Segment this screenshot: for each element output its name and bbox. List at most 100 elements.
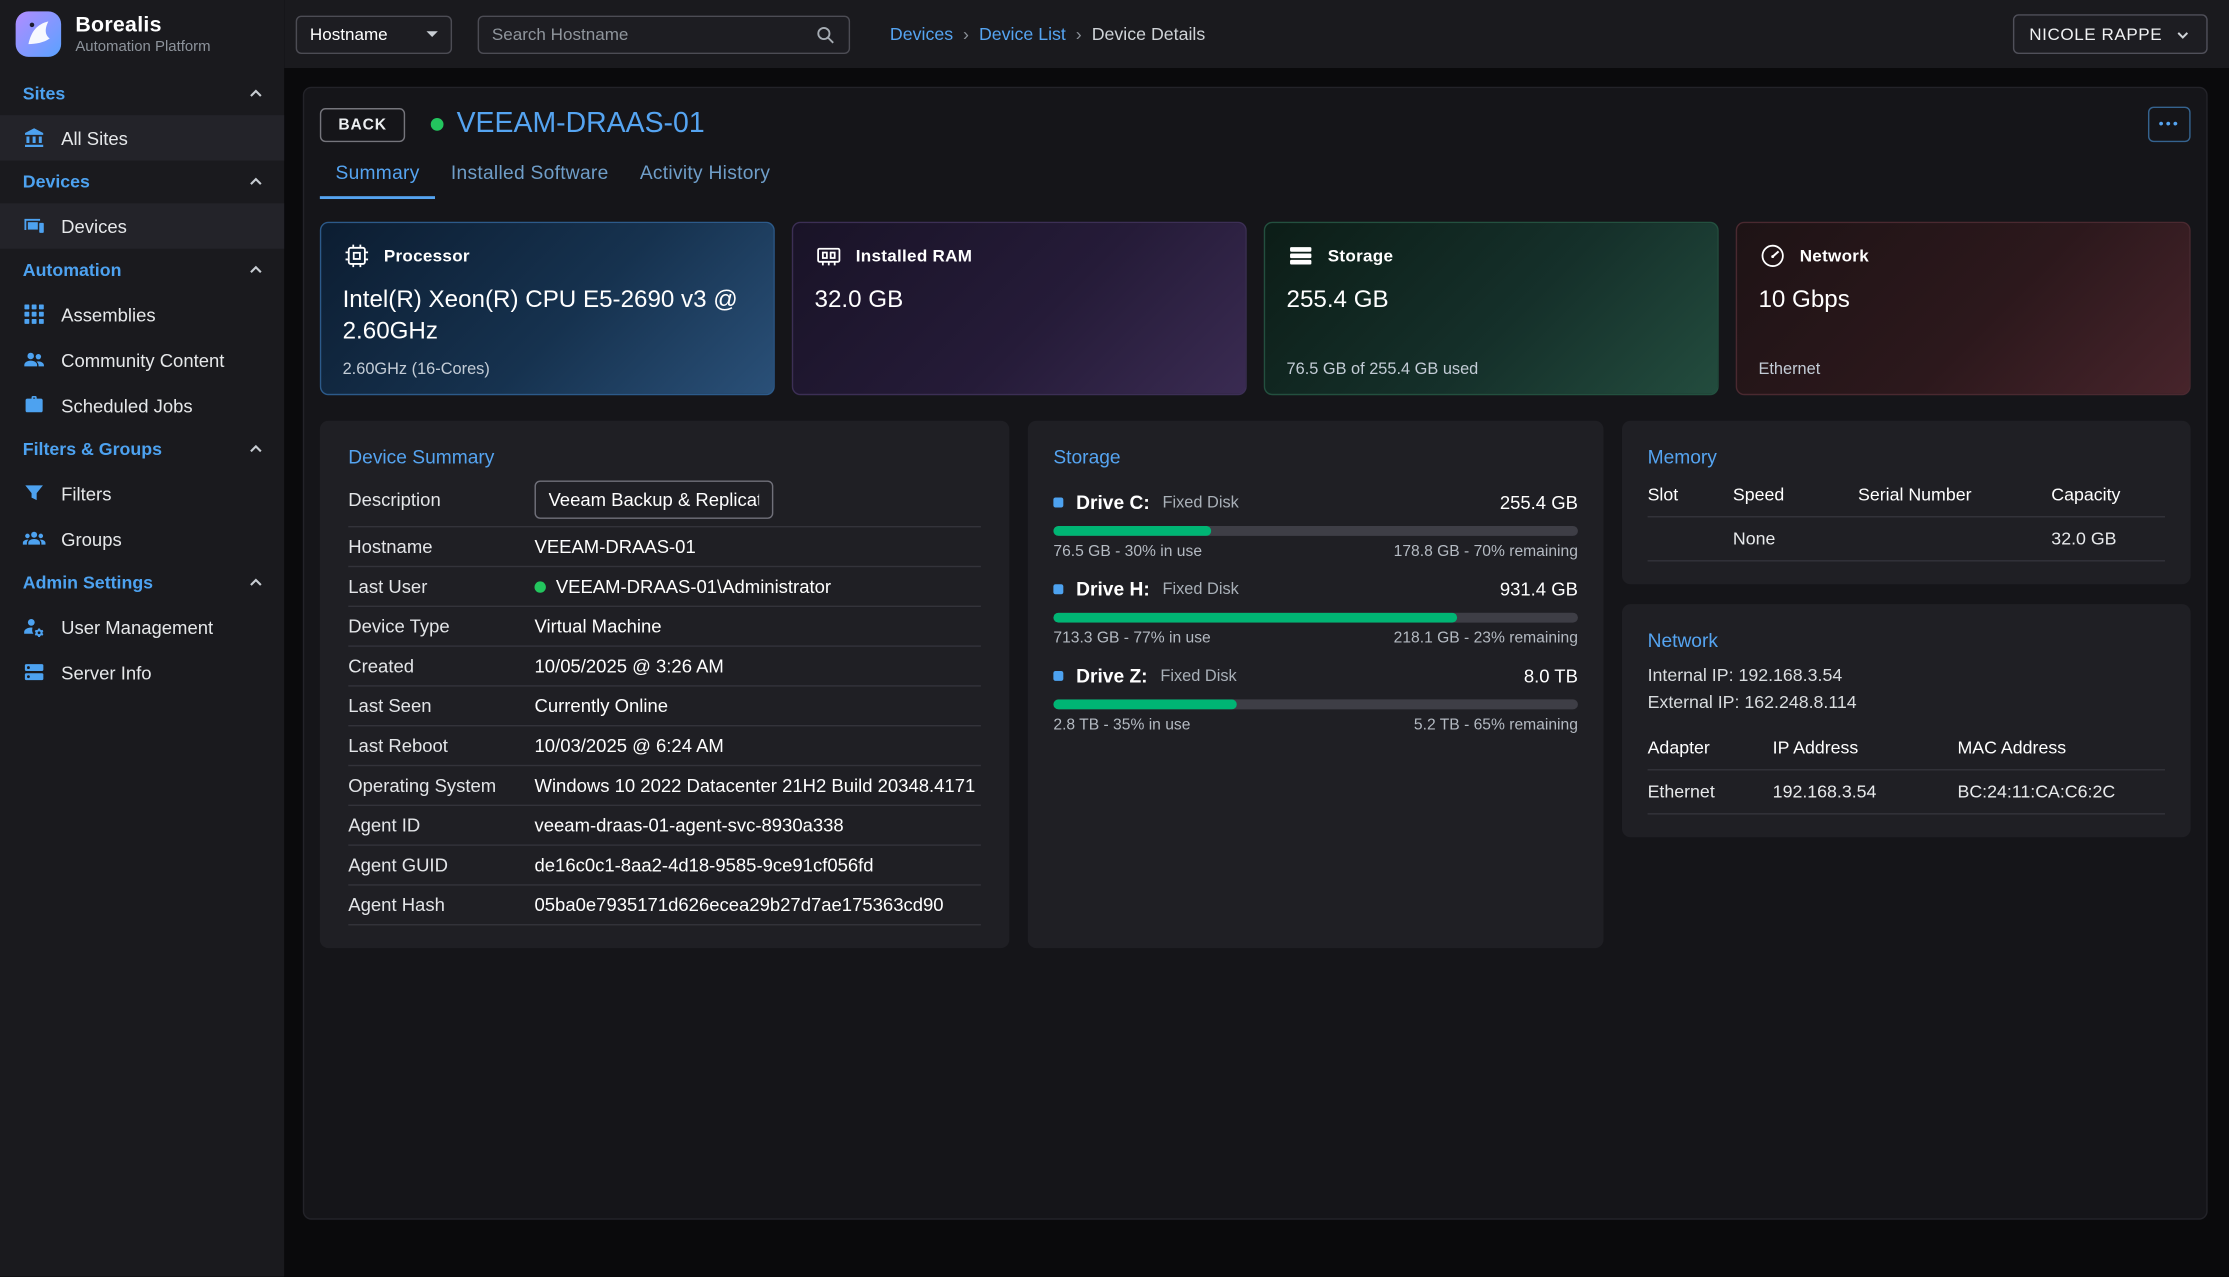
sidebar-item-label: User Management xyxy=(61,616,213,637)
column-header: MAC Address xyxy=(1957,737,2165,757)
row-value: de16c0c1-8aa2-4d18-9585-9ce91cf056fd xyxy=(535,854,874,875)
tab-summary[interactable]: Summary xyxy=(320,162,435,199)
network-value: 10 Gbps xyxy=(1758,284,2167,316)
sidebar-item-assemblies[interactable]: Assemblies xyxy=(0,291,284,336)
section-label: Sites xyxy=(23,84,65,104)
stat-title: Network xyxy=(1800,246,1869,266)
drive-usage-fill xyxy=(1053,526,1210,536)
cell-speed: None xyxy=(1733,529,1858,549)
sidebar-section-sites[interactable]: Sites xyxy=(0,72,284,115)
drive-used-text: 76.5 GB - 30% in use xyxy=(1053,543,1202,560)
sidebar-section-filters-groups[interactable]: Filters & Groups xyxy=(0,428,284,471)
storage-stack-icon xyxy=(1287,242,1315,270)
table-row: Ethernet 192.168.3.54 BC:24:11:CA:C6:2C xyxy=(1648,770,2165,814)
topbar: Hostname Devices › Device List › Device … xyxy=(284,0,2229,68)
grid-icon xyxy=(23,303,46,326)
sidebar-item-filters[interactable]: Filters xyxy=(0,471,284,516)
column-header: Speed xyxy=(1733,485,1858,505)
table-row: Created 10/05/2025 @ 3:26 AM xyxy=(348,647,981,687)
row-value: 10/03/2025 @ 6:24 AM xyxy=(535,735,724,756)
row-label: Last Reboot xyxy=(348,735,534,756)
stat-title: Installed RAM xyxy=(856,246,973,266)
table-row: Device Type Virtual Machine xyxy=(348,607,981,647)
sidebar-section-admin-settings[interactable]: Admin Settings xyxy=(0,562,284,605)
drive-used-text: 713.3 GB - 77% in use xyxy=(1053,630,1210,647)
drive-type: Fixed Disk xyxy=(1162,494,1238,511)
drive-size: 931.4 GB xyxy=(1500,579,1578,600)
hostname-filter-select[interactable]: Hostname xyxy=(296,15,452,53)
sidebar-item-label: Groups xyxy=(61,528,122,549)
gauge-icon xyxy=(1758,242,1786,270)
column-header: Capacity xyxy=(2051,485,2165,505)
right-column: Memory Slot Speed Serial Number Capacity… xyxy=(1622,421,2191,948)
breadcrumb-device-list[interactable]: Device List xyxy=(979,24,1066,44)
drive-used-text: 2.8 TB - 35% in use xyxy=(1053,716,1190,733)
breadcrumb: Devices › Device List › Device Details xyxy=(890,24,1205,44)
back-button[interactable]: BACK xyxy=(320,107,406,141)
internal-ip: Internal IP: 192.168.3.54 xyxy=(1648,662,2165,690)
sidebar-item-user-management[interactable]: User Management xyxy=(0,604,284,649)
ram-card: Installed RAM 32.0 GB xyxy=(792,222,1247,395)
drive-bullet-icon xyxy=(1053,671,1063,681)
cpu-icon xyxy=(343,242,371,270)
drive-remaining-text: 218.1 GB - 23% remaining xyxy=(1394,630,1578,647)
table-row: Last User VEEAM-DRAAS-01\Administrator xyxy=(348,567,981,607)
chevron-up-icon xyxy=(247,173,264,190)
more-options-button[interactable]: ••• xyxy=(2148,107,2191,143)
devices-icon xyxy=(23,215,46,238)
sidebar-item-label: Assemblies xyxy=(61,304,155,325)
row-value: veeam-draas-01-agent-svc-8930a338 xyxy=(535,815,844,836)
description-input[interactable] xyxy=(535,480,774,518)
user-menu-button[interactable]: NICOLE RAPPE xyxy=(2012,14,2207,54)
sidebar-item-server-info[interactable]: Server Info xyxy=(0,650,284,695)
sidebar-item-scheduled-jobs[interactable]: Scheduled Jobs xyxy=(0,382,284,427)
sidebar-section-automation[interactable]: Automation xyxy=(0,249,284,292)
brand-header: Borealis Automation Platform xyxy=(0,0,284,72)
breadcrumb-separator-icon: › xyxy=(1076,24,1082,44)
sidebar-item-label: Community Content xyxy=(61,349,224,370)
table-row: Hostname VEEAM-DRAAS-01 xyxy=(348,527,981,567)
sidebar-item-all-sites[interactable]: All Sites xyxy=(0,115,284,160)
ellipsis-icon: ••• xyxy=(2159,117,2180,133)
network-card: Network 10 Gbps Ethernet xyxy=(1736,222,2191,395)
section-label: Devices xyxy=(23,172,90,192)
row-label: Hostname xyxy=(348,536,534,557)
sidebar-item-community-content[interactable]: Community Content xyxy=(0,337,284,382)
caret-down-icon xyxy=(426,31,437,37)
chevron-up-icon xyxy=(247,85,264,102)
processor-value: Intel(R) Xeon(R) CPU E5-2690 v3 @ 2.60GH… xyxy=(343,284,752,348)
search-input[interactable] xyxy=(492,24,815,44)
external-ip: External IP: 162.248.8.114 xyxy=(1648,690,2165,718)
chevron-up-icon xyxy=(247,574,264,591)
detail-columns: Device Summary Description Hostname VEEA… xyxy=(320,421,2191,948)
drive-name: Drive C: xyxy=(1076,492,1150,513)
table-row: Last Seen Currently Online xyxy=(348,687,981,727)
breadcrumb-current: Device Details xyxy=(1092,24,1206,44)
breadcrumb-separator-icon: › xyxy=(963,24,969,44)
sidebar-section-devices[interactable]: Devices xyxy=(0,161,284,204)
drive-usage-fill xyxy=(1053,613,1457,623)
drive-usage-bar xyxy=(1053,699,1578,709)
drive-bullet-icon xyxy=(1053,498,1063,508)
sidebar-item-devices[interactable]: Devices xyxy=(0,203,284,248)
briefcase-icon xyxy=(23,394,46,417)
ram-value: 32.0 GB xyxy=(815,284,1224,316)
drive-usage-bar xyxy=(1053,526,1578,536)
tab-activity-history[interactable]: Activity History xyxy=(624,162,786,199)
row-label: Operating System xyxy=(348,775,534,796)
storage-value: 255.4 GB xyxy=(1287,284,1696,316)
brand-name: Borealis xyxy=(75,13,210,37)
main-content: BACK VEEAM-DRAAS-01 ••• Summary Installe… xyxy=(284,68,2229,1276)
sidebar-item-groups[interactable]: Groups xyxy=(0,516,284,561)
row-label: Last Seen xyxy=(348,695,534,716)
breadcrumb-devices[interactable]: Devices xyxy=(890,24,953,44)
cell-adapter: Ethernet xyxy=(1648,782,1773,802)
table-row: Agent Hash 05ba0e7935171d626ecea29b27d7a… xyxy=(348,886,981,926)
sidebar: Borealis Automation Platform Sites All S… xyxy=(0,0,284,1277)
stat-title: Storage xyxy=(1328,246,1394,266)
tab-installed-software[interactable]: Installed Software xyxy=(435,162,624,199)
drive-name: Drive Z: xyxy=(1076,665,1147,686)
row-label: Agent Hash xyxy=(348,894,534,915)
memory-table-header: Slot Speed Serial Number Capacity xyxy=(1648,473,2165,517)
column-header: Adapter xyxy=(1648,737,1773,757)
